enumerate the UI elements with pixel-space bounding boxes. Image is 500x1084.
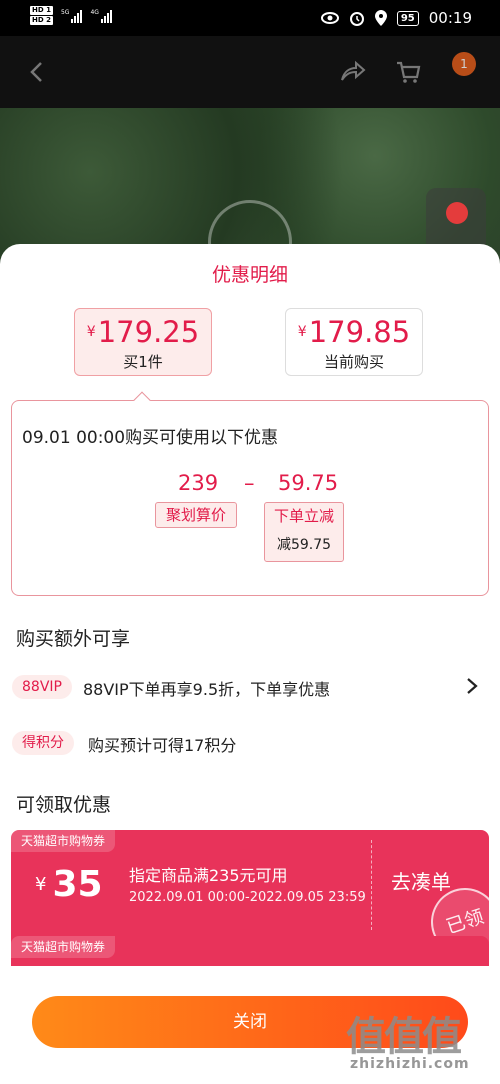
coupon-type-label: 天猫超市购物券 bbox=[11, 936, 116, 958]
base-price-tag: 聚划算价 bbox=[155, 502, 237, 528]
discount-calculation: 09.01 00:00购买可使用以下优惠 239 – 59.75 聚划算价 下单… bbox=[11, 400, 489, 596]
coupons-title: 可领取优惠 bbox=[16, 794, 112, 816]
back-icon[interactable] bbox=[24, 58, 52, 86]
signal-icon: 5G bbox=[60, 8, 83, 23]
extra-benefits-title: 购买额外可享 bbox=[16, 628, 131, 650]
currency-symbol: ¥ bbox=[297, 324, 307, 340]
cart-icon[interactable] bbox=[394, 58, 422, 86]
share-icon[interactable] bbox=[338, 58, 366, 86]
price-label: 当前购买 bbox=[323, 353, 384, 371]
calc-heading: 09.01 00:00购买可使用以下优惠 bbox=[22, 428, 279, 448]
chevron-right-icon[interactable] bbox=[464, 676, 480, 696]
hd1-label: HD 1 bbox=[30, 6, 53, 15]
price-amount: 179.25 bbox=[97, 315, 200, 349]
ranking-button[interactable] bbox=[426, 188, 486, 252]
coupon-validity: 2022.09.01 00:00-2022.09.05 23:59 bbox=[129, 890, 366, 905]
hd-indicator: HD 1 HD 2 bbox=[30, 6, 53, 25]
alarm-icon bbox=[349, 12, 364, 26]
minus-operator: – bbox=[244, 471, 255, 495]
top-bar: 1 bbox=[0, 36, 500, 108]
status-bar: HD 1 HD 2 5G 4G 95 00:19 bbox=[0, 0, 500, 36]
coupon-type-label: 天猫超市购物券 bbox=[11, 830, 116, 852]
watermark-url: zhizhizhi.com bbox=[350, 1056, 470, 1072]
discount-detail-sheet: 优惠明细 ¥179.25 买1件 ¥179.85 当前购买 09.01 00:0… bbox=[0, 244, 500, 1084]
currency-symbol: ¥ bbox=[86, 324, 96, 340]
points-badge: 得积分 bbox=[12, 731, 74, 755]
chart-icon bbox=[446, 202, 468, 224]
price-card-current[interactable]: ¥179.85 当前购买 bbox=[285, 308, 423, 376]
discount-tag-detail: 减59.75 bbox=[276, 537, 332, 553]
coupon-divider bbox=[371, 840, 372, 930]
vip-text: 88VIP下单再享9.5折，下单享优惠 bbox=[83, 680, 331, 699]
coupon-condition: 指定商品满235元可用 bbox=[129, 866, 288, 885]
clock: 00:19 bbox=[428, 9, 472, 27]
coupon-amount: 35 bbox=[52, 864, 103, 905]
coupon-action-button[interactable]: 去凑单 bbox=[391, 866, 451, 895]
sheet-title: 优惠明细 bbox=[211, 264, 288, 286]
hd2-label: HD 2 bbox=[30, 16, 53, 25]
vip-badge: 88VIP bbox=[12, 675, 72, 699]
extra-row-points: 得积分 购买预计可得17积分 bbox=[10, 728, 490, 756]
price-card-buy-one[interactable]: ¥179.25 买1件 bbox=[74, 308, 212, 376]
base-price: 239 bbox=[178, 471, 219, 495]
network-5g-label: 5G bbox=[60, 8, 70, 16]
location-icon bbox=[374, 10, 387, 26]
price-label: 买1件 bbox=[123, 353, 163, 371]
eye-icon bbox=[320, 12, 339, 24]
extra-row-88vip[interactable]: 88VIP 88VIP下单再享9.5折，下单享优惠 bbox=[10, 672, 490, 700]
signal-icon-2: 4G bbox=[90, 8, 112, 23]
cart-badge[interactable]: 1 bbox=[452, 52, 476, 76]
price-amount: 179.85 bbox=[308, 315, 411, 349]
watermark-logo: 值值值 bbox=[346, 1014, 462, 1060]
network-4g-label: 4G bbox=[90, 8, 99, 16]
battery-indicator: 95 bbox=[396, 10, 419, 26]
discount-tag: 下单立减 减59.75 bbox=[264, 502, 344, 562]
points-text: 购买预计可得17积分 bbox=[88, 736, 237, 755]
discount-tag-title: 下单立减 bbox=[273, 507, 334, 525]
coupon-currency: ¥ bbox=[35, 874, 47, 895]
discount-amount: 59.75 bbox=[278, 471, 339, 495]
